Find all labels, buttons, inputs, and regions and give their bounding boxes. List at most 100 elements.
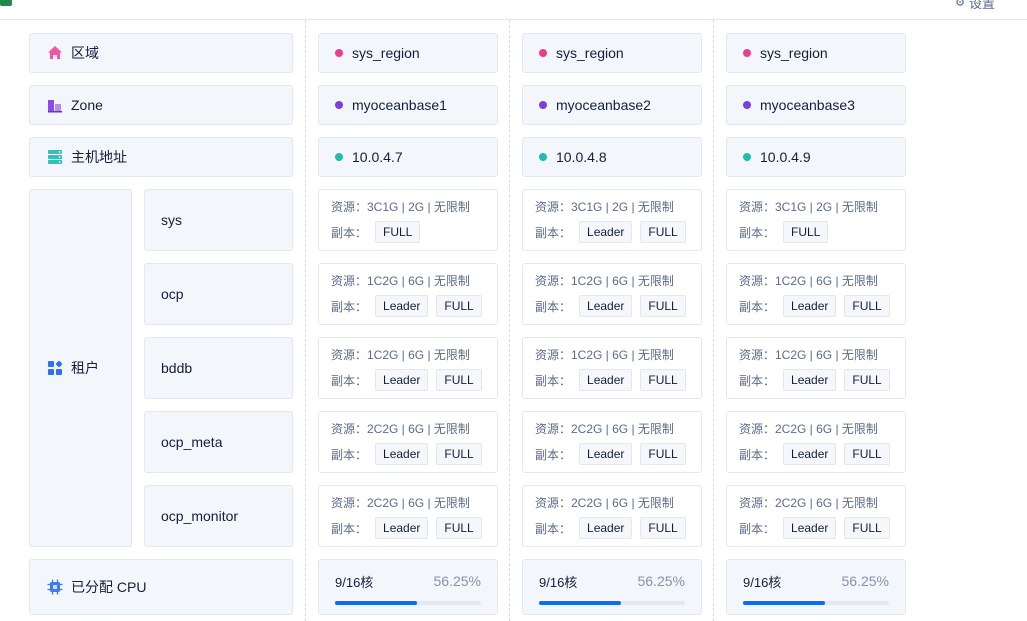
resource-spec: 资源：2C2G | 6G | 无限制 bbox=[331, 496, 470, 510]
replica-list: 副本： Leader FULL bbox=[535, 295, 701, 317]
cpu-count: 9/16核 bbox=[743, 575, 782, 590]
replica-label: 副本： bbox=[331, 225, 368, 240]
zone-row-label: Zone bbox=[29, 85, 293, 125]
resource-spec: 资源：2C2G | 6G | 无限制 bbox=[739, 496, 878, 510]
replica-list: 副本： Leader FULL bbox=[331, 517, 497, 539]
zone-value: myoceanbase2 bbox=[522, 85, 702, 125]
settings-label: 设置 bbox=[968, 0, 995, 11]
tenant-resource-card: 资源：1C2G | 6G | 无限制 副本： Leader FULL bbox=[522, 337, 702, 399]
region-value: sys_region bbox=[318, 33, 498, 73]
replica-tag: FULL bbox=[640, 443, 686, 465]
replica-list: 副本： Leader FULL bbox=[739, 295, 905, 317]
host-label: 主机地址 bbox=[71, 149, 127, 165]
region-value-text: sys_region bbox=[556, 45, 624, 61]
host-value: 10.0.4.9 bbox=[726, 137, 906, 177]
resource-spec: 资源：1C2G | 6G | 无限制 bbox=[331, 274, 470, 288]
replica-tag: Leader bbox=[579, 221, 633, 243]
settings-button[interactable]: ⚙ 设置 bbox=[955, 0, 995, 12]
replica-label: 副本： bbox=[331, 299, 368, 314]
region-dot-icon bbox=[743, 49, 751, 57]
tenant-name-label: bddb bbox=[161, 360, 193, 376]
tenant-resource-card: 资源：2C2G | 6G | 无限制 副本： Leader FULL bbox=[318, 411, 498, 473]
tenant-name-label: ocp_monitor bbox=[161, 508, 239, 524]
replica-tag: FULL bbox=[844, 369, 890, 391]
replica-label: 副本： bbox=[535, 521, 572, 536]
host-value-text: 10.0.4.8 bbox=[556, 149, 607, 165]
host-dot-icon bbox=[539, 153, 547, 161]
tenant-name-sys: sys bbox=[144, 189, 293, 251]
replica-tag: FULL bbox=[436, 369, 482, 391]
replica-tag: FULL bbox=[844, 443, 890, 465]
cpu-progress-fill bbox=[539, 601, 622, 605]
region-value: sys_region bbox=[726, 33, 906, 73]
resource-spec: 资源：1C2G | 6G | 无限制 bbox=[535, 274, 674, 288]
replica-label: 副本： bbox=[331, 447, 368, 462]
tenant-resource-card: 资源：1C2G | 6G | 无限制 副本： Leader FULL bbox=[726, 263, 906, 325]
region-label: 区域 bbox=[71, 45, 99, 61]
replica-tag: FULL bbox=[844, 517, 890, 539]
cpu-percent: 56.25% bbox=[433, 573, 481, 589]
replica-tag: FULL bbox=[640, 517, 686, 539]
zone-value: myoceanbase3 bbox=[726, 85, 906, 125]
resource-spec: 资源：3C1G | 2G | 无限制 bbox=[331, 200, 470, 214]
replica-list: 副本： Leader FULL bbox=[331, 443, 497, 465]
cpu-count: 9/16核 bbox=[539, 575, 578, 590]
tenant-resource-card: 资源：2C2G | 6G | 无限制 副本： Leader FULL bbox=[522, 485, 702, 547]
replica-tag: FULL bbox=[375, 221, 421, 243]
cpu-usage-card: 9/16核 56.25% bbox=[726, 559, 906, 615]
replica-tag: Leader bbox=[375, 517, 429, 539]
replica-list: 副本： FULL bbox=[739, 221, 905, 243]
tenant-name-label: ocp bbox=[161, 286, 184, 302]
host-value-text: 10.0.4.7 bbox=[352, 149, 403, 165]
replica-tag: FULL bbox=[436, 443, 482, 465]
cpu-label: 已分配 CPU bbox=[71, 579, 147, 595]
cpu-usage-card: 9/16核 56.25% bbox=[318, 559, 498, 615]
cpu-progress-track bbox=[335, 601, 481, 605]
zone-value-text: myoceanbase3 bbox=[760, 97, 855, 113]
resource-spec: 资源：1C2G | 6G | 无限制 bbox=[535, 348, 674, 362]
resource-spec: 资源：2C2G | 6G | 无限制 bbox=[535, 422, 674, 436]
zone-dot-icon bbox=[743, 101, 751, 109]
resource-spec: 资源：2C2G | 6G | 无限制 bbox=[535, 496, 674, 510]
tenant-resource-card: 资源：3C1G | 2G | 无限制 副本： FULL bbox=[726, 189, 906, 251]
region-dot-icon bbox=[335, 49, 343, 57]
tenant-resource-card: 资源：2C2G | 6G | 无限制副本： Leader FULL bbox=[318, 485, 498, 547]
tenant-name-ocp-meta: ocp_meta bbox=[144, 411, 293, 473]
gear-icon: ⚙ bbox=[955, 0, 965, 9]
zone-value: myoceanbase1 bbox=[318, 85, 498, 125]
tenant-resource-card: 资源：1C2G | 6G | 无限制副本： Leader FULL bbox=[522, 263, 702, 325]
replica-tag: Leader bbox=[579, 443, 633, 465]
resource-spec: 资源：1C2G | 6G | 无限制 bbox=[331, 348, 470, 362]
replica-list: 副本： FULL bbox=[331, 221, 497, 243]
cpu-percent: 56.25% bbox=[637, 573, 685, 589]
replica-label: 副本： bbox=[535, 373, 572, 388]
cpu-icon bbox=[46, 579, 63, 596]
zone-value-text: myoceanbase1 bbox=[352, 97, 447, 113]
replica-list: 副本： Leader FULL bbox=[739, 443, 905, 465]
replica-list: 副本： Leader FULL bbox=[535, 443, 701, 465]
tenant-name-label: ocp_meta bbox=[161, 434, 223, 450]
replica-tag: FULL bbox=[640, 295, 686, 317]
tenant-resource-card: 资源：1C2G | 6G | 无限制 副本： Leader FULL bbox=[318, 263, 498, 325]
host-dot-icon bbox=[743, 153, 751, 161]
column-divider bbox=[509, 20, 510, 621]
tenant-resource-card: 资源：3C1G | 2G | 无限制 副本： Leader FULL bbox=[522, 189, 702, 251]
tenant-name-bddb: bddb bbox=[144, 337, 293, 399]
cpu-progress-fill bbox=[743, 601, 826, 605]
tenant-name-ocp-monitor: ocp_monitor bbox=[144, 485, 293, 547]
replica-tag: FULL bbox=[436, 295, 482, 317]
tenant-resource-card: 资源：2C2G | 6G | 无限制 副本： Leader FULL bbox=[726, 485, 906, 547]
replica-tag: Leader bbox=[579, 369, 633, 391]
column-divider bbox=[713, 20, 714, 621]
resource-spec: 资源：2C2G | 6G | 无限制 bbox=[739, 422, 878, 436]
replica-list: 副本： Leader FULL bbox=[535, 369, 701, 391]
replica-tag: FULL bbox=[783, 221, 829, 243]
zone-dot-icon bbox=[335, 101, 343, 109]
replica-tag: Leader bbox=[375, 443, 429, 465]
building-icon bbox=[46, 97, 63, 114]
tenant-name-ocp: ocp bbox=[144, 263, 293, 325]
replica-label: 副本： bbox=[331, 373, 368, 388]
cpu-progress-track bbox=[743, 601, 889, 605]
tenant-name-label: sys bbox=[161, 212, 182, 228]
resource-spec: 资源：3C1G | 2G | 无限制 bbox=[535, 200, 674, 214]
